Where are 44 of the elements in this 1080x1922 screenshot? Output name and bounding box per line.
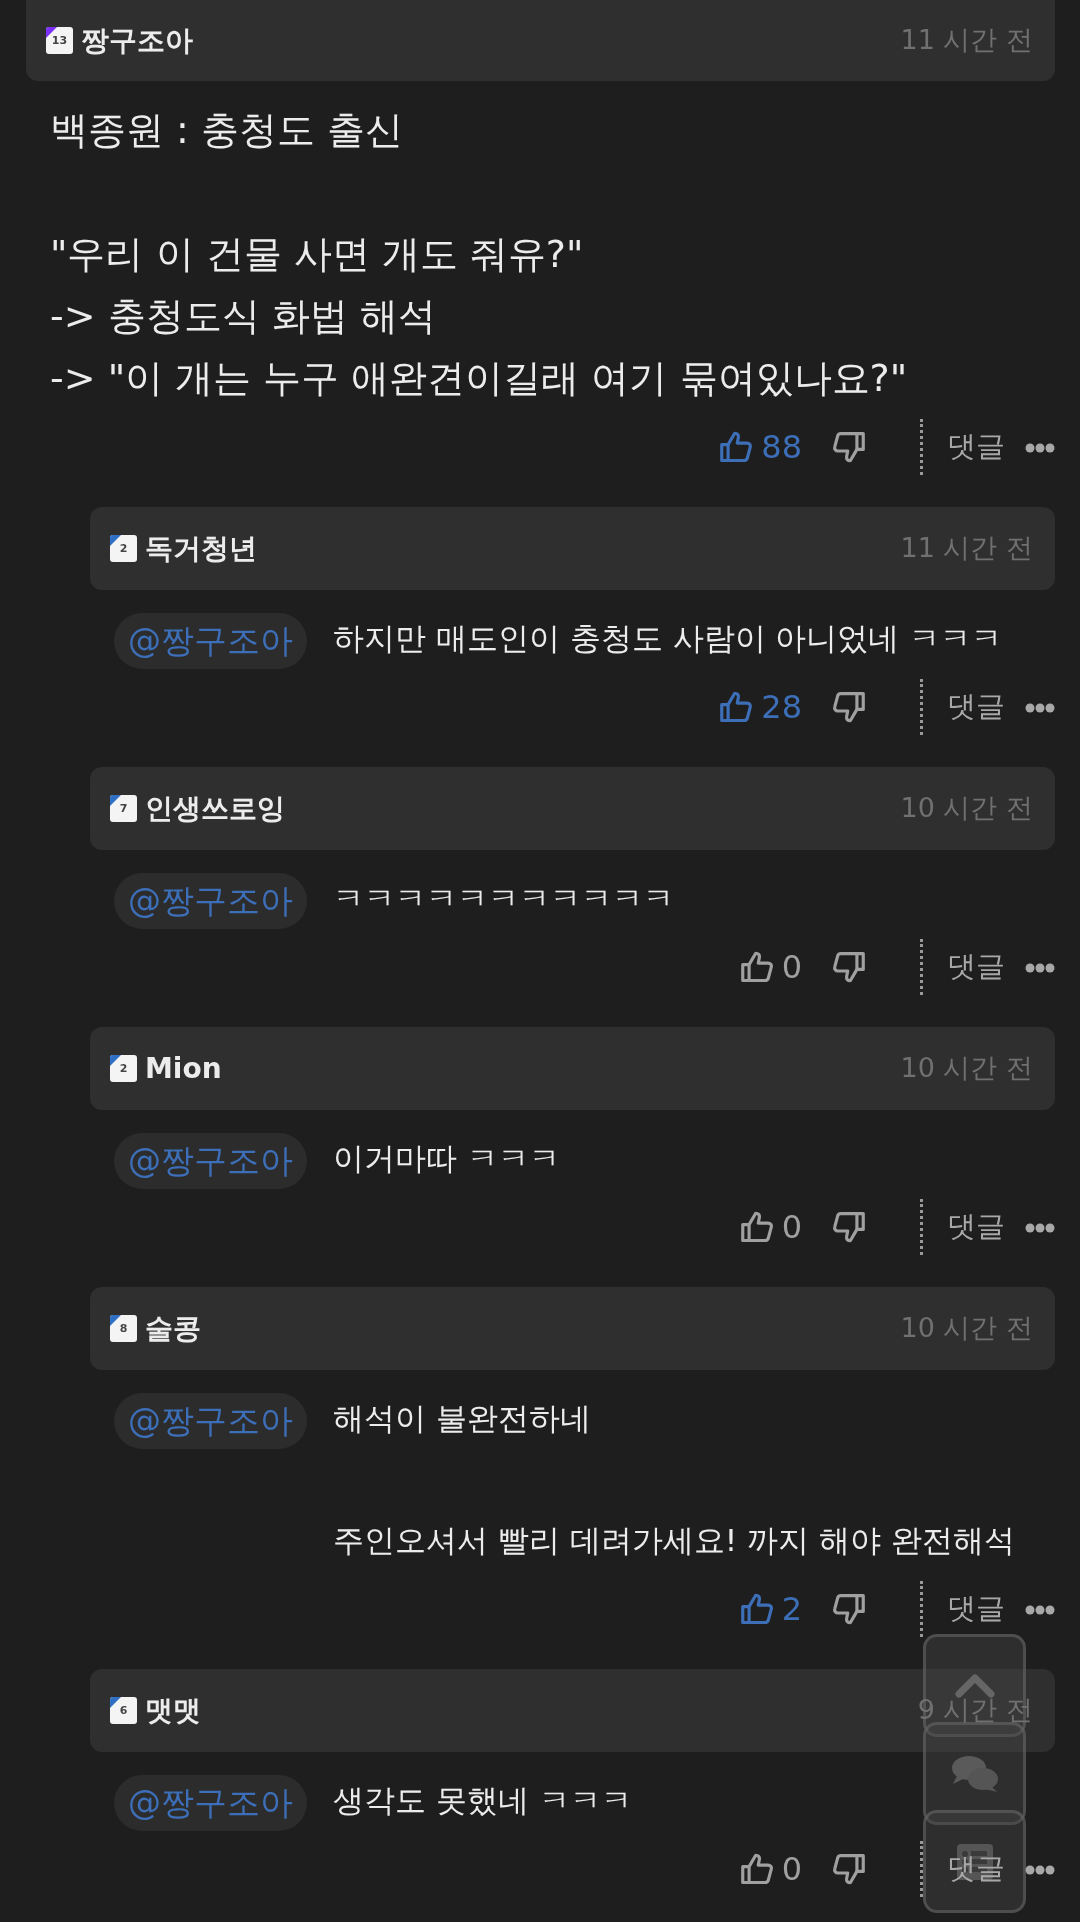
level-badge: 2 [110, 1055, 137, 1082]
timestamp: 10 시간 전 [900, 1051, 1033, 1086]
like-button[interactable]: 88 [717, 423, 802, 471]
comment-text: 생각도 못했네 ㅋㅋㅋ [333, 1781, 632, 1820]
level-badge: 7 [110, 795, 137, 822]
author-name[interactable]: 맷맷 [145, 1689, 201, 1732]
timestamp: 10 시간 전 [900, 791, 1033, 826]
comment-text: ㅋㅋㅋㅋㅋㅋㅋㅋㅋㅋㅋ [333, 879, 674, 918]
more-icon [1025, 442, 1055, 453]
like-button[interactable]: 0 [737, 1203, 802, 1251]
comment-text: 백종원 : 충청도 출신 "우리 이 건물 사면 개도 줘유?" -> 충청도식 화법 해석 -> "이 개는 누구 애완견이길래 여기 묶여있나요?" [49, 107, 909, 402]
timestamp: 11 시간 전 [900, 23, 1033, 58]
reply-button[interactable]: 댓글 [947, 1205, 1005, 1249]
reply-button[interactable]: 댓글 [947, 425, 1005, 469]
timestamp: 9 시간 전 [917, 1693, 1033, 1728]
comment-text: 해석이 불완전하네 주인오셔서 빨리 데려가세요! 까지 해야 완전해석 [333, 1399, 1015, 1560]
timestamp: 11 시간 전 [900, 531, 1033, 566]
more-icon [1025, 962, 1055, 973]
like-button[interactable]: 28 [717, 683, 802, 731]
author-name[interactable]: 짱구조아 [81, 19, 193, 62]
author-name[interactable]: 인생쓰로잉 [145, 787, 285, 830]
comment-text: 이거마따 ㅋㅋㅋ [333, 1139, 560, 1178]
level-badge: 8 [110, 1315, 137, 1342]
like-button[interactable]: 2 [737, 1585, 802, 1633]
comment-text: 하지만 매도인이 충청도 사람이 아니었네 ㅋㅋㅋ [333, 619, 1003, 658]
author-name[interactable]: Mion [145, 1047, 222, 1090]
author-name[interactable]: 독거청년 [145, 527, 257, 570]
author-name[interactable]: 술콩 [145, 1307, 201, 1350]
more-icon [1025, 702, 1055, 713]
chevron-up-icon [954, 1673, 995, 1698]
level-badge: 6 [110, 1697, 137, 1724]
timestamp: 10 시간 전 [900, 1311, 1033, 1346]
level-badge: 2 [110, 535, 137, 562]
list-button[interactable] [923, 1810, 1026, 1913]
reply-button[interactable]: 댓글 [947, 685, 1005, 729]
level-badge: 13 [46, 27, 73, 54]
more-icon [1025, 1604, 1055, 1615]
more-icon [1025, 1864, 1055, 1875]
reply-button[interactable]: 댓글 [947, 945, 1005, 989]
reply-button[interactable]: 댓글 [947, 1847, 1005, 1891]
like-button[interactable]: 0 [737, 1845, 802, 1893]
like-button[interactable]: 0 [737, 943, 802, 991]
reply-button[interactable]: 댓글 [947, 1587, 1005, 1631]
more-icon [1025, 1222, 1055, 1233]
